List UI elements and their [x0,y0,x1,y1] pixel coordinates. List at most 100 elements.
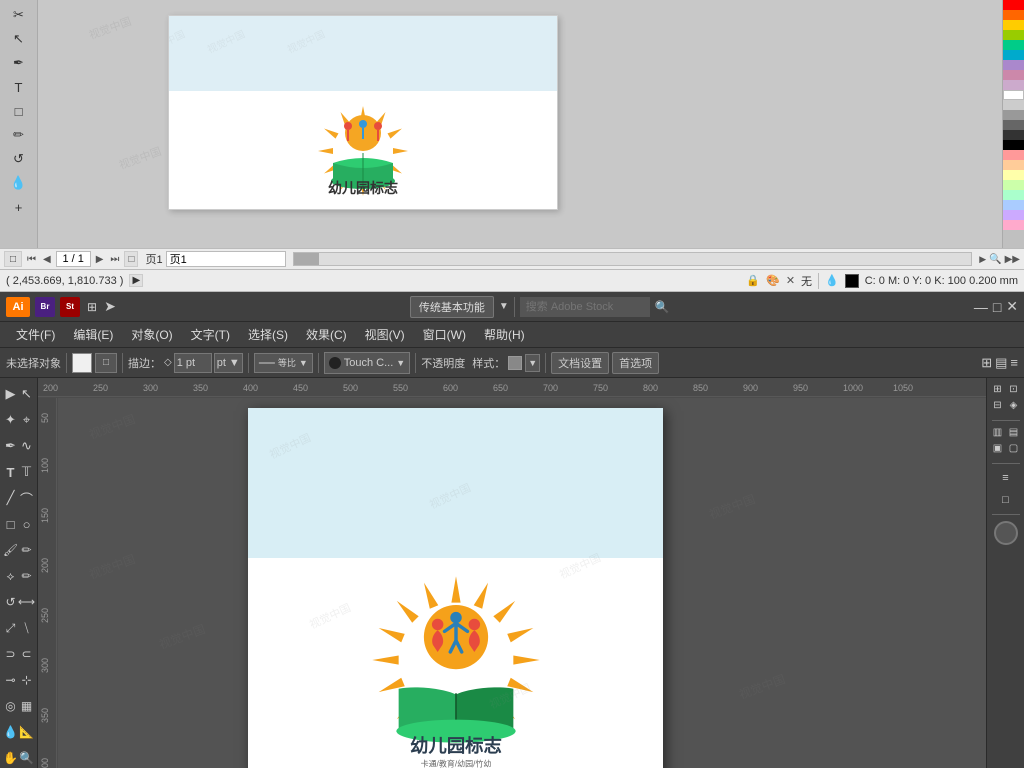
page-zoom-icon[interactable]: 🔍 [989,254,1001,265]
prop-arrange-icon[interactable]: ▤ [995,355,1007,371]
style-color-box[interactable] [508,356,522,370]
menu-window[interactable]: 窗口(W) [415,324,474,345]
touch-color-btn[interactable]: Touch C... ▼ [324,352,410,374]
right-panel-stroke2[interactable]: ▤ [1007,425,1021,439]
page-name-input[interactable] [166,251,286,267]
top-tool-2[interactable]: ↖ [5,28,33,50]
ellipse-tool[interactable]: ○ [19,512,34,536]
blob-brush-tool[interactable]: ✏ [19,538,34,562]
pencil-tool[interactable]: ✏ [19,564,34,588]
right-panel-pathfinder[interactable]: ⊟ [991,398,1005,412]
blend-tool[interactable]: ◎ [3,694,18,718]
shaper-tool[interactable]: ⟡ [3,564,18,588]
hand-tool[interactable]: ✋ [3,746,18,768]
page-last-icon[interactable]: ⏭ [108,254,121,265]
page-first-icon[interactable]: ⏮ [25,254,38,265]
lasso-tool[interactable]: ⌖ [19,408,34,432]
minimize-btn[interactable]: — [974,299,988,315]
workspace-view-icon[interactable]: ⊞ [85,298,99,316]
search-icon[interactable]: 🔍 [655,300,670,314]
puppet-warp[interactable]: ⊹ [19,668,34,692]
reshape-tool[interactable]: ⊂ [19,642,34,666]
eyedropper-tool[interactable]: 💧 [3,720,18,744]
restore-btn[interactable]: □ [993,299,1001,315]
warp-tool[interactable]: ⊃ [3,642,18,666]
stroke-mode-icon[interactable]: ◇ [164,357,172,368]
rect-tool[interactable]: □ [3,512,18,536]
menu-help[interactable]: 帮助(H) [476,324,533,345]
right-panel-graphic-styles[interactable]: □ [992,490,1020,510]
menu-file[interactable]: 文件(F) [8,324,63,345]
preferences-btn[interactable]: 首选项 [612,352,659,374]
page-scrollbar[interactable] [293,252,973,266]
vertical-type-tool[interactable]: 𝕋 [19,460,34,484]
adobe-stock-search[interactable] [520,297,650,317]
top-tool-4[interactable]: T [5,76,33,98]
stock-logo[interactable]: St [60,297,80,317]
magic-wand-tool[interactable]: ✦ [3,408,18,432]
menu-effect[interactable]: 效果(C) [298,324,355,345]
right-panel-stroke1[interactable]: ▥ [991,425,1005,439]
top-tool-3[interactable]: ✒ [5,52,33,74]
status-lock-icon[interactable]: 🔒 [746,274,760,287]
send-icon[interactable]: ➤ [104,298,116,315]
status-dropper-icon[interactable]: 💧 [825,274,839,287]
column-chart-tool[interactable]: ▦ [19,694,34,718]
shear-tool[interactable]: ⧹ [19,616,34,640]
canvas-area[interactable]: 200 250 300 350 400 450 500 550 600 650 … [38,378,986,768]
width-tool[interactable]: ⊸ [3,668,18,692]
top-tool-7[interactable]: ↺ [5,148,33,170]
page-new-icon[interactable]: □ [4,251,22,267]
top-tool-5[interactable]: □ [5,100,33,122]
curvature-tool[interactable]: ∿ [19,434,34,458]
status-arrow-btn[interactable]: ▶ [129,274,143,287]
reflect-tool[interactable]: ⟷ [19,590,34,614]
top-tool-8[interactable]: 💧 [5,172,33,194]
stroke-pt-select[interactable]: pt ▼ [214,353,243,373]
status-color-icon[interactable]: 🎨 [766,274,780,287]
menu-edit[interactable]: 编辑(E) [65,324,121,345]
brush-tool[interactable]: 🖌 [3,538,18,562]
menu-object[interactable]: 对象(O) [123,324,180,345]
rotate-tool[interactable]: ↺ [3,590,18,614]
right-panel-transform[interactable]: ⊞ [991,382,1005,396]
page-next-icon[interactable]: ▶ [94,254,106,265]
menu-view[interactable]: 视图(V) [357,324,413,345]
select-tool[interactable]: ▶ [3,382,18,406]
doc-settings-btn[interactable]: 文档设置 [551,352,609,374]
arc-tool[interactable]: ⌒ [19,486,34,510]
stroke-style-select[interactable]: — 等比 ▼ [254,353,313,373]
measure-tool[interactable]: 📐 [19,720,34,744]
right-panel-stroke3[interactable]: ▣ [991,441,1005,455]
top-tool-1[interactable]: ✂ [5,4,33,26]
prop-grid-icon[interactable]: ⊞ [981,355,992,371]
right-panel-appearance[interactable]: ≡ [992,468,1020,488]
right-panel-stroke4[interactable]: ▢ [1007,441,1021,455]
close-btn[interactable]: ✕ [1006,298,1018,315]
page-prev-icon[interactable]: ◀ [41,254,53,265]
stroke-value-input[interactable] [174,353,212,373]
line-tool[interactable]: ╱ [3,486,18,510]
fill-color-box[interactable] [72,353,92,373]
page-add-icon[interactable]: □ [124,251,138,267]
right-panel-circle[interactable] [994,521,1018,545]
workspace-dropdown-icon[interactable]: ▼ [499,301,509,312]
zoom-tool[interactable]: 🔍 [19,746,34,768]
stroke-width-dropdown[interactable]: ◇ pt ▼ [164,353,243,373]
scale-tool[interactable]: ⤢ [3,616,18,640]
direct-select-tool[interactable]: ↖ [19,382,34,406]
style-dropdown[interactable]: ▼ [525,354,540,372]
prop-menu-icon[interactable]: ≡ [1010,355,1018,370]
page-number-input[interactable]: 1 / 1 [56,251,91,267]
type-tool[interactable]: T [3,460,18,484]
top-tool-9[interactable]: + [5,196,33,218]
top-tool-6[interactable]: ✏ [5,124,33,146]
menu-text[interactable]: 文字(T) [183,324,238,345]
page-scroll-right-icon[interactable]: ▶ [979,254,986,265]
right-panel-color[interactable]: ◈ [1007,398,1021,412]
page-nav-extra[interactable]: ▶▶ [1005,254,1020,265]
bridge-logo[interactable]: Br [35,297,55,317]
right-panel-align[interactable]: ⊡ [1007,382,1021,396]
pen-tool[interactable]: ✒ [3,434,18,458]
fill-mode-btn[interactable]: □ [95,353,117,373]
